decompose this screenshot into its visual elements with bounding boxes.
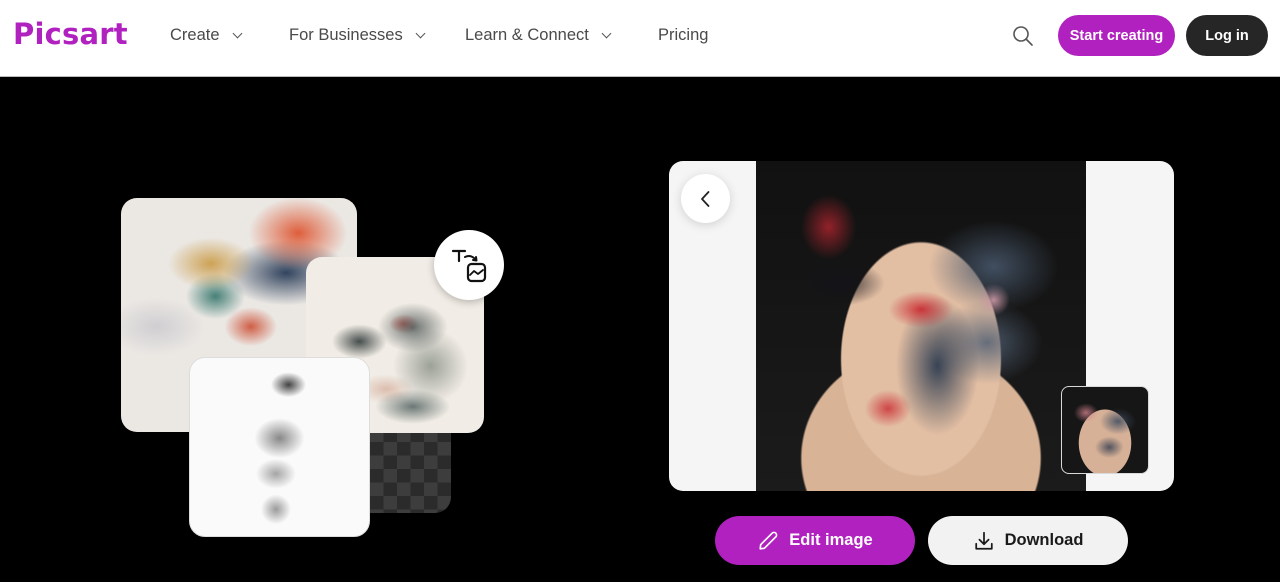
nav-learn-connect-label: Learn & Connect	[465, 26, 589, 44]
log-in-button[interactable]: Log in	[1186, 15, 1268, 56]
edit-image-label: Edit image	[789, 531, 873, 549]
nav-for-businesses[interactable]: For Businesses	[289, 26, 426, 45]
nav-for-businesses-label: For Businesses	[289, 26, 403, 44]
edit-image-button[interactable]: Edit image	[715, 516, 915, 565]
chevron-left-icon	[700, 190, 709, 207]
search-icon	[1013, 26, 1033, 46]
nav-create-label: Create	[170, 26, 220, 44]
nav-pricing[interactable]: Pricing	[658, 26, 708, 45]
nav-create[interactable]: Create	[170, 26, 242, 45]
nav-learn-connect[interactable]: Learn & Connect	[465, 26, 612, 45]
generated-tattoo-image	[756, 161, 1086, 491]
dragon-sketch-illustration	[189, 357, 370, 537]
download-button[interactable]: Download	[928, 516, 1128, 565]
text-to-image-badge	[434, 230, 504, 300]
image-viewer	[669, 161, 1174, 491]
pencil-icon	[759, 531, 778, 550]
top-navigation-bar: Picsart Create For Businesses Learn & Co…	[0, 0, 1280, 77]
chevron-down-icon	[415, 28, 426, 39]
start-creating-button[interactable]: Start creating	[1058, 15, 1175, 56]
chevron-down-icon	[232, 28, 242, 39]
chevron-down-icon	[601, 28, 612, 39]
nav-pricing-label: Pricing	[658, 26, 709, 44]
text-to-image-icon	[451, 249, 487, 283]
image-thumbnail[interactable]	[1061, 386, 1149, 474]
download-label: Download	[1004, 531, 1084, 549]
previous-image-button[interactable]	[681, 174, 730, 223]
picsart-logo[interactable]: Picsart	[13, 17, 128, 51]
download-icon	[974, 531, 993, 550]
search-button[interactable]	[1011, 24, 1035, 48]
